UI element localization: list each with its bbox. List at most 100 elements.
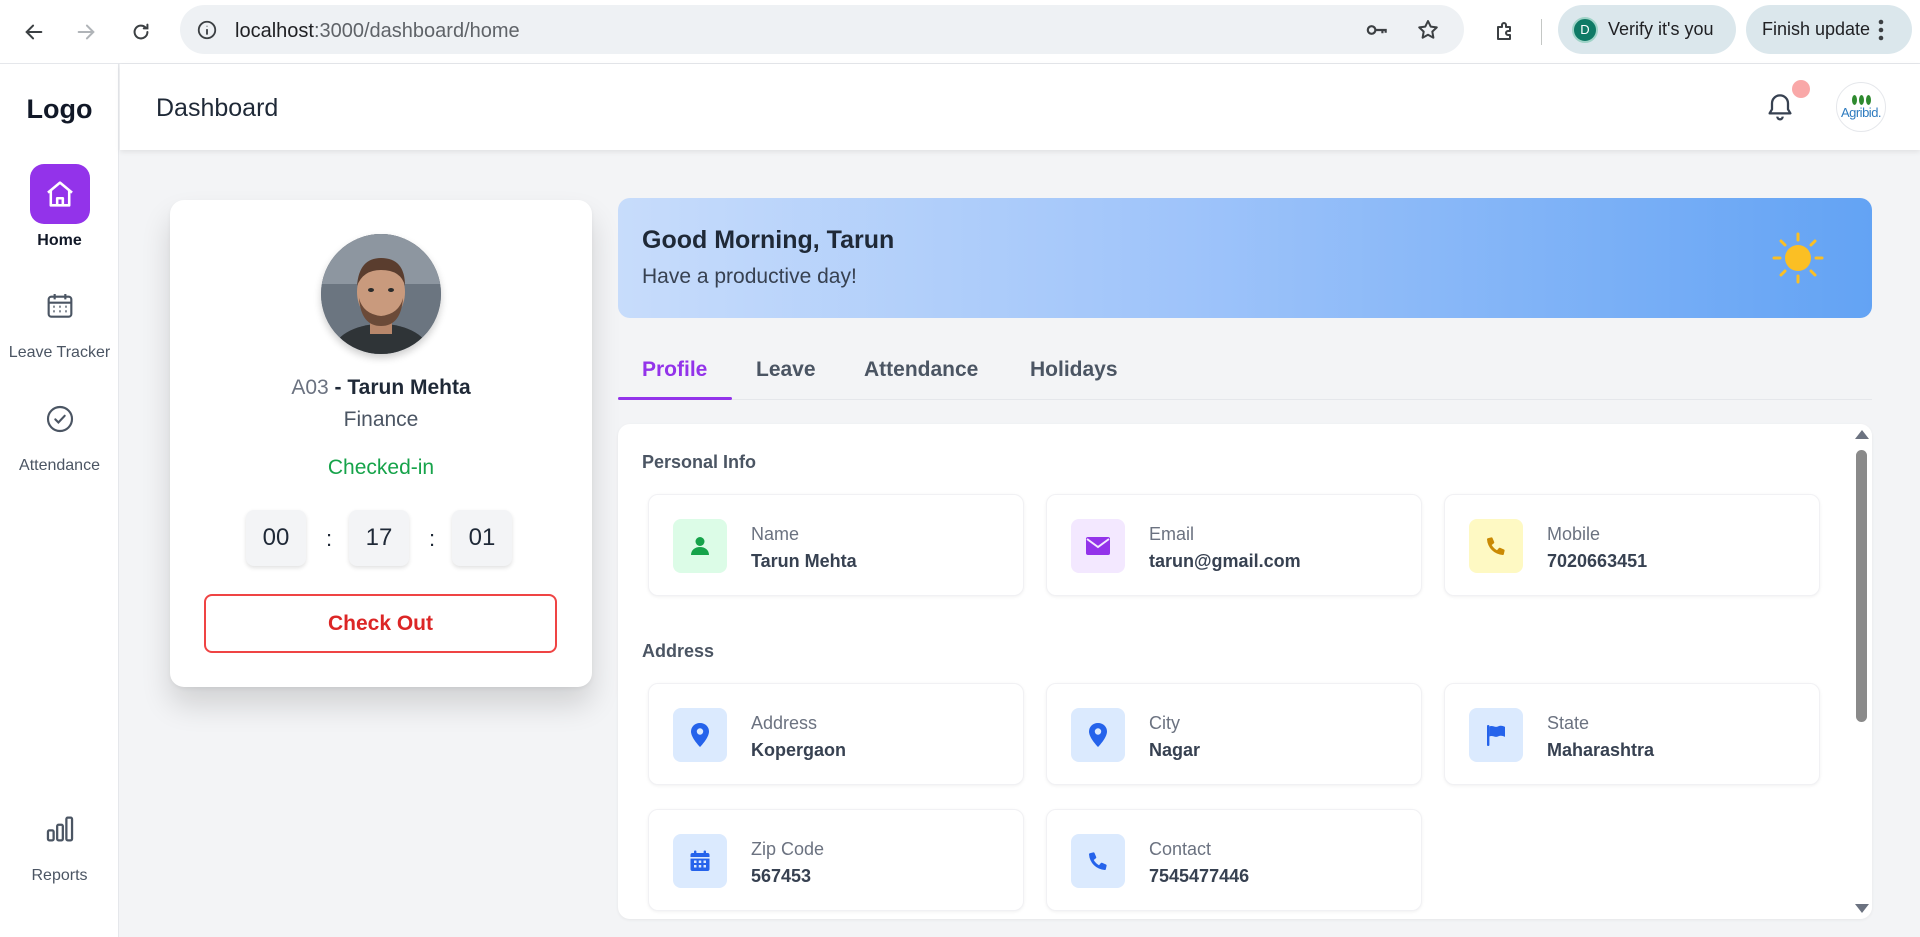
greeting-subtitle: Have a productive day! [642,265,857,288]
home-icon [46,181,73,207]
tab-profile[interactable]: Profile [642,358,707,382]
verify-identity-button[interactable]: D Verify it's you [1558,5,1736,54]
calendar-icon [690,850,710,871]
notification-badge [1792,80,1810,98]
page-title: Dashboard [156,94,279,122]
site-info-icon[interactable] [194,17,220,43]
field-label: City [1149,713,1180,733]
extensions-button[interactable] [1485,12,1525,52]
profile-card: A03 - Tarun Mehta Finance Checked-in 00 … [170,200,592,687]
field-value: Kopergaon [751,740,847,760]
forward-button[interactable] [66,12,106,52]
employee-heading: A03 - Tarun Mehta [170,376,592,400]
app-logo[interactable]: Logo [0,94,119,125]
scroll-down-arrow-icon[interactable] [1855,904,1869,913]
bar-chart-icon [46,816,73,842]
scroll-up-arrow-icon[interactable] [1855,430,1869,439]
leaf-logo-icon [1851,94,1871,105]
calendar-icon [47,294,72,318]
bell-icon [1768,94,1792,121]
page-header: Dashboard Agribid. [120,64,1920,150]
sidebar-item-label: Attendance [19,457,100,474]
info-card-state: State Maharashtra [1444,683,1820,785]
back-button[interactable] [14,12,54,52]
timer-minutes: 17 [349,510,409,566]
field-label: Address [751,713,818,733]
arrow-right-icon [77,24,95,40]
sidebar-item-label: Reports [31,867,88,884]
phone-icon [1088,852,1107,871]
field-value: Nagar [1149,740,1201,760]
field-value: Maharashtra [1547,740,1655,760]
verify-label: Verify it's you [1608,19,1714,39]
greeting-banner: Good Morning, Tarun Have a productive da… [618,198,1872,318]
field-label: Contact [1149,839,1212,859]
tab-attendance[interactable]: Attendance [864,358,978,382]
profile-photo [321,234,441,354]
sidebar-item-label: Leave Tracker [8,344,111,361]
employee-code: A03 [291,376,329,399]
url-text[interactable]: localhost:3000/dashboard/home [235,20,520,43]
reload-icon [133,23,149,40]
field-value: 7545477446 [1149,866,1250,886]
field-value: 7020663451 [1547,551,1648,571]
timer-hours: 00 [246,510,306,566]
scrollbar-thumb[interactable] [1856,450,1867,722]
info-card-contact: Contact 7545477446 [1046,809,1422,911]
section-title-address: Address [642,641,715,661]
puzzle-icon [1497,22,1511,40]
active-tab-indicator [618,397,732,400]
tab-bar: Profile Leave Attendance Holidays [618,350,1872,400]
sidebar-item-leave-tracker[interactable]: Leave Tracker [0,276,119,362]
more-vertical-icon [1878,19,1884,40]
info-card-address: Address Kopergaon [648,683,1024,785]
user-icon [691,537,709,555]
timer-seconds: 01 [452,510,512,566]
info-card-email: Email tarun@gmail.com [1046,494,1422,596]
tab-leave[interactable]: Leave [756,358,816,382]
info-card-zip-code: Zip Code 567453 [648,809,1024,911]
phone-icon [1486,537,1505,556]
employee-department: Finance [343,408,419,431]
address-bar[interactable]: localhost:3000/dashboard/home [180,5,1464,54]
star-icon[interactable] [1415,17,1441,43]
employee-name: Tarun Mehta [347,376,471,399]
info-card-city: City Nagar [1046,683,1422,785]
user-logo-text: Agribid. [1840,104,1882,120]
separator: - [334,376,342,399]
check-circle-icon [46,405,73,433]
update-label: Finish update [1762,19,1871,39]
field-label: Mobile [1547,524,1601,544]
check-out-button[interactable]: Check Out [204,594,557,653]
timer-separator: : [326,526,333,551]
finish-update-button[interactable]: Finish update [1746,5,1912,54]
user-avatar[interactable]: Agribid. [1836,82,1886,132]
reload-button[interactable] [121,12,161,52]
field-label: State [1547,713,1590,733]
profile-avatar-icon: D [1572,16,1598,43]
field-label: Zip Code [751,839,825,859]
info-card-name: Name Tarun Mehta [648,494,1024,596]
arrow-left-icon [25,24,43,40]
sidebar-item-attendance[interactable]: Attendance [0,389,119,475]
field-value: Tarun Mehta [751,551,857,571]
envelope-icon [1086,537,1110,555]
panel-scrollbar[interactable] [1850,424,1872,919]
sidebar-item-home[interactable]: Home [0,164,119,250]
profile-details-panel[interactable]: Personal Info Name Tarun Mehta Email tar… [618,424,1872,919]
browser-toolbar: localhost:3000/dashboard/home D Verify i… [0,0,1920,64]
timer-separator: : [429,526,436,551]
greeting-title: Good Morning, Tarun [642,226,895,254]
info-card-mobile: Mobile 7020663451 [1444,494,1820,596]
field-value: 567453 [751,866,812,886]
sidebar: Logo Home Leave Tracker Attendance Repor… [0,64,119,937]
key-icon[interactable] [1364,17,1390,43]
sidebar-item-reports[interactable]: Reports [0,799,119,885]
map-pin-icon [1089,723,1107,747]
tab-holidays[interactable]: Holidays [1030,358,1118,382]
field-label: Email [1149,524,1195,544]
sidebar-item-label: Home [37,232,82,249]
field-label: Name [751,524,800,544]
checkin-status: Checked-in [327,456,435,479]
field-value: tarun@gmail.com [1149,551,1301,571]
